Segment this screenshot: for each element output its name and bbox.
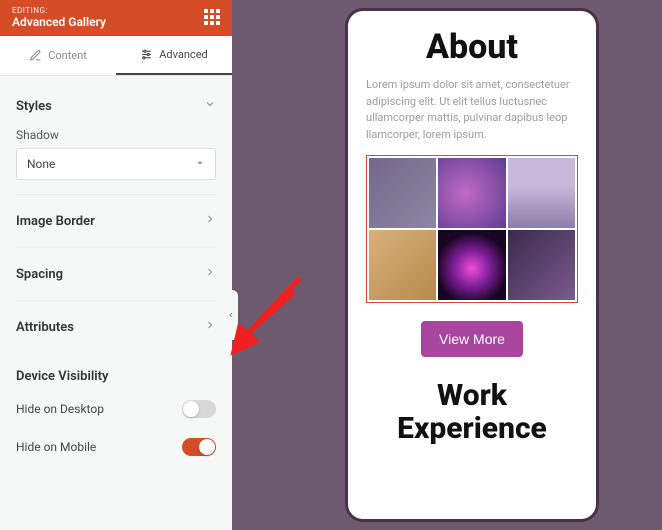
gallery-block[interactable] (366, 155, 578, 303)
caret-down-icon (195, 157, 205, 171)
spacing-label: Spacing (16, 267, 63, 282)
hide-mobile-label: Hide on Mobile (16, 440, 96, 454)
section-device-visibility[interactable]: Device Visibility (16, 353, 216, 390)
row-image-border[interactable]: Image Border (16, 194, 216, 247)
shadow-label: Shadow (16, 128, 216, 142)
panel: Styles Shadow None Image Border Spacing (0, 76, 232, 530)
tab-content[interactable]: Content (0, 36, 116, 75)
hide-desktop-label: Hide on Desktop (16, 402, 104, 416)
shadow-select[interactable]: None (16, 148, 216, 180)
gallery-image[interactable] (369, 158, 436, 228)
editing-label: EDITING: (12, 6, 106, 15)
gallery-image[interactable] (438, 158, 505, 228)
gallery-image[interactable] (369, 230, 436, 300)
chevron-right-icon (204, 213, 216, 229)
chevron-left-icon (227, 310, 235, 320)
view-more-button[interactable]: View More (421, 321, 523, 357)
pencil-icon (29, 49, 42, 62)
image-border-label: Image Border (16, 214, 95, 229)
about-heading: About (366, 27, 578, 67)
toggle-hide-mobile[interactable] (182, 438, 216, 456)
gallery-image[interactable] (438, 230, 505, 300)
chevron-right-icon (204, 319, 216, 335)
attributes-label: Attributes (16, 320, 74, 335)
toggle-hide-mobile-row: Hide on Mobile (16, 428, 216, 466)
device-visibility-label: Device Visibility (16, 369, 108, 384)
gallery-image[interactable] (508, 158, 575, 228)
work-heading: Work Experience (366, 379, 578, 445)
tab-advanced[interactable]: Advanced (116, 36, 232, 75)
block-title: Advanced Gallery (12, 15, 106, 29)
shadow-value: None (27, 157, 55, 171)
gallery-image[interactable] (508, 230, 575, 300)
mobile-preview-frame: About Lorem ipsum dolor sit amet, consec… (345, 8, 599, 522)
editor-sidebar: EDITING: Advanced Gallery Content Advanc… (0, 0, 232, 530)
toggle-hide-desktop[interactable] (182, 400, 216, 418)
tab-content-label: Content (48, 49, 87, 62)
tab-advanced-label: Advanced (159, 48, 207, 61)
tabs: Content Advanced (0, 36, 232, 76)
chevron-down-icon (204, 98, 216, 114)
styles-label: Styles (16, 99, 52, 114)
preview-scroll[interactable]: About Lorem ipsum dolor sit amet, consec… (348, 11, 596, 519)
collapse-sidebar-button[interactable] (224, 290, 238, 340)
row-spacing[interactable]: Spacing (16, 247, 216, 300)
toggle-hide-desktop-row: Hide on Desktop (16, 390, 216, 428)
row-attributes[interactable]: Attributes (16, 300, 216, 353)
about-paragraph: Lorem ipsum dolor sit amet, consectetuer… (366, 77, 578, 143)
section-styles[interactable]: Styles (16, 76, 216, 120)
chevron-right-icon (204, 266, 216, 282)
sliders-icon (140, 48, 153, 61)
editor-header: EDITING: Advanced Gallery (0, 0, 232, 36)
apps-icon[interactable] (204, 9, 220, 25)
